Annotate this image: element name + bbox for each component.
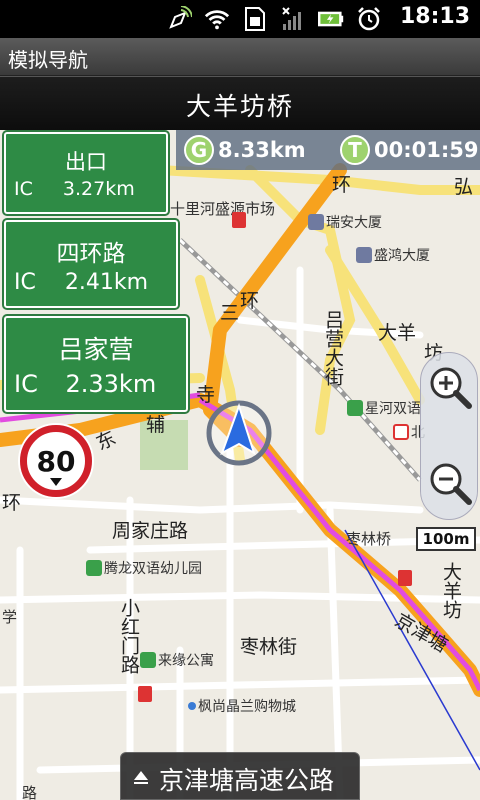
zoom-in-icon: [430, 367, 472, 409]
map-label-shilihe: 十里河盛源市场: [170, 200, 276, 218]
hospital-icon: [393, 424, 409, 440]
building-icon: [308, 214, 324, 230]
zoom-out-icon: [430, 463, 472, 505]
map-label-huan3: 环: [2, 492, 22, 514]
expand-up-icon: [134, 771, 148, 784]
speed-limit-sign: 80: [20, 425, 92, 497]
poi-ruian[interactable]: 瑞安大厦: [308, 212, 382, 232]
poi-shenghong[interactable]: 盛鸿大厦: [356, 245, 430, 265]
exit-type: IC: [14, 270, 36, 295]
map-label-fu: 辅: [146, 414, 166, 436]
map-label-san: 三: [220, 302, 240, 324]
zoom-in-button[interactable]: [425, 357, 475, 417]
alarm-icon: [356, 6, 382, 32]
remaining-distance-value: 8.33km: [218, 138, 306, 162]
exit-panel-1[interactable]: 出口 IC 3.27km: [2, 130, 170, 216]
poi-laiyuan[interactable]: 来缘公寓: [140, 650, 214, 670]
map-label-dayangfang-st: 大羊坊: [440, 562, 462, 619]
poi-fengshang[interactable]: 枫尚晶兰购物城: [188, 696, 296, 716]
zoom-out-button[interactable]: [425, 453, 475, 513]
trip-info-strip: G 8.33km T 00:01:59: [176, 130, 480, 170]
map-label-zhoujiazhuang: 周家庄路: [112, 520, 189, 542]
current-road-header: 大羊坊桥: [0, 76, 480, 130]
apartment-icon: [140, 652, 156, 668]
exit-type: IC: [14, 370, 38, 398]
zoom-control: [420, 352, 478, 520]
school-icon: [347, 400, 363, 416]
gps-icon: [166, 6, 192, 32]
status-time: 18:13: [399, 4, 470, 29]
status-bar: 18:13: [0, 0, 480, 38]
map-label-lvying: 吕营大街: [322, 310, 344, 386]
caret-down-icon: [50, 478, 62, 486]
school-icon: [86, 560, 102, 576]
exit-type: IC: [14, 178, 33, 200]
sim-icon: [242, 6, 268, 32]
remaining-time-value: 00:01:59: [374, 138, 479, 162]
exit-panel-2[interactable]: 四环路 IC 2.41km: [2, 218, 180, 310]
battery-charging-icon: [318, 6, 344, 32]
next-road-name: 京津塘高速公路: [159, 766, 335, 795]
gas-station-icon[interactable]: [232, 212, 246, 228]
exit-name: 吕家营: [58, 335, 134, 364]
poi-xinghe[interactable]: 星河双语: [347, 398, 421, 418]
map-label-xue: 学: [2, 608, 18, 626]
app-title: 模拟导航: [8, 48, 88, 72]
map-scale: 100m: [416, 527, 476, 551]
time-badge-icon: T: [340, 135, 370, 165]
vehicle-position-icon: [206, 400, 272, 466]
next-road-bar[interactable]: 京津塘高速公路: [120, 752, 360, 800]
map-label-zaolin-qiao: 枣林桥: [346, 530, 392, 548]
exit-name: 四环路: [56, 241, 126, 267]
map-label-hong: 弘: [454, 176, 474, 198]
map-label-lu: 路: [22, 784, 38, 800]
exit-name: 出口: [65, 150, 107, 174]
current-road-name: 大羊坊桥: [185, 92, 294, 121]
signal-icon: [280, 6, 306, 32]
distance-badge-icon: G: [184, 135, 214, 165]
gas-station-icon[interactable]: [138, 686, 152, 702]
remaining-distance: G 8.33km: [184, 135, 306, 165]
exit-distance: 2.33km: [65, 370, 157, 398]
gas-station-icon[interactable]: [398, 570, 412, 586]
shop-icon: [188, 702, 196, 710]
map-label-zaolin-jie: 枣林街: [240, 636, 298, 658]
building-icon: [356, 247, 372, 263]
poi-tenglong[interactable]: 腾龙双语幼儿园: [86, 558, 202, 578]
map-label-dayang-a: 大羊: [378, 322, 417, 344]
exit-panel-3[interactable]: 吕家营 IC 2.33km: [2, 314, 190, 414]
exit-distance: 3.27km: [62, 178, 135, 200]
speed-limit-value: 80: [36, 444, 76, 478]
status-icons: [166, 5, 382, 33]
exit-distance: 2.41km: [64, 270, 149, 295]
map-label-huan2: 环: [240, 290, 260, 312]
map-label-huan: 环: [332, 174, 352, 196]
map-label-xiaohongmen: 小红门路: [118, 598, 140, 674]
app-title-bar: 模拟导航: [0, 38, 480, 76]
wifi-icon: [204, 6, 230, 32]
remaining-time: T 00:01:59: [340, 135, 478, 165]
